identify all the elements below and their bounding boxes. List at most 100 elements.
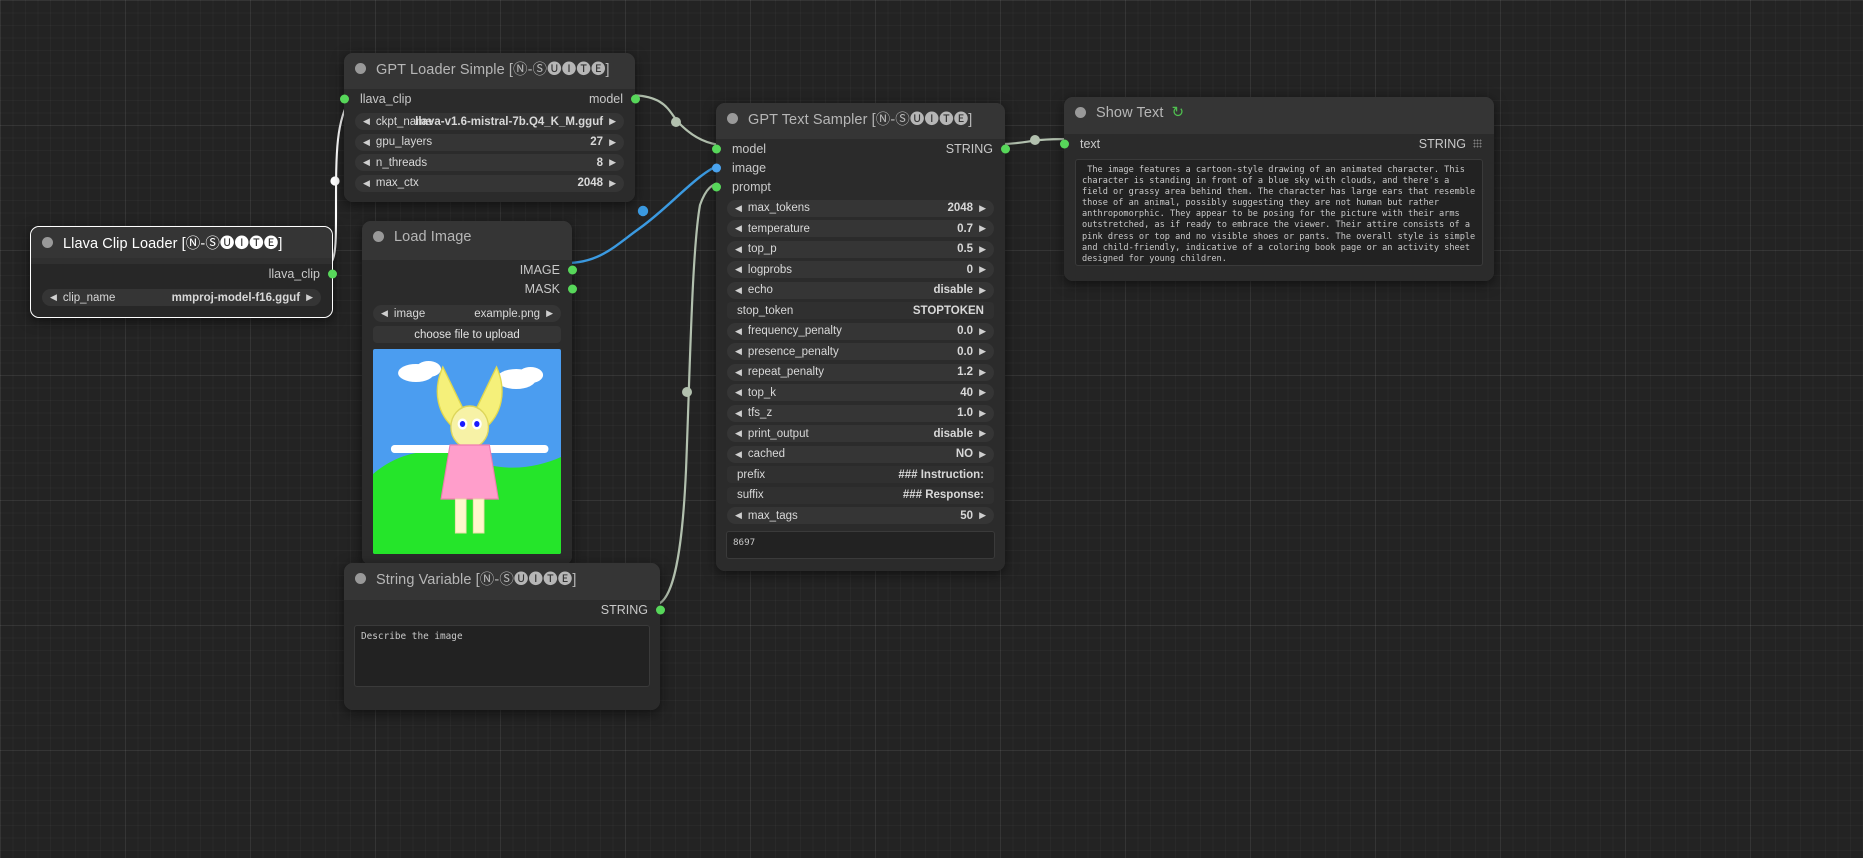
node-llava-clip-loader[interactable]: Llava Clip Loader [Ⓝ-Ⓢ🅤🅘🅣🅔] llava_clip ◀… [30, 226, 337, 318]
arrow-right-icon[interactable]: ▶ [979, 347, 986, 356]
arrow-right-icon[interactable]: ▶ [979, 244, 986, 254]
arrow-right-icon[interactable]: ▶ [979, 367, 986, 377]
arrow-right-icon[interactable]: ▶ [609, 158, 616, 167]
widget-ckpt-name[interactable]: ◀ ckpt_name llava-v1.6-mistral-7b.Q4_K_M… [355, 113, 624, 130]
input-port-dot-icon[interactable] [711, 163, 721, 172]
collapse-dot-icon[interactable] [42, 237, 53, 248]
grid-handle-icon[interactable] [1473, 139, 1482, 148]
input-port-dot-icon[interactable] [711, 144, 721, 153]
slot-row-image[interactable]: image [711, 158, 1005, 177]
arrow-left-icon[interactable]: ◀ [735, 408, 742, 418]
collapse-dot-icon[interactable] [355, 63, 366, 74]
output-port-dot-icon[interactable] [567, 265, 577, 274]
node-title-gpt-text-sampler[interactable]: GPT Text Sampler [Ⓝ-Ⓢ🅤🅘🅣🅔] [716, 103, 1005, 134]
node-title-gpt-loader-simple[interactable]: GPT Loader Simple [Ⓝ-Ⓢ🅤🅘🅣🅔] [344, 53, 635, 84]
input-port-dot-icon[interactable] [1059, 139, 1069, 148]
node-string-variable[interactable]: String Variable [Ⓝ-Ⓢ🅤🅘🅣🅔] STRING Describ… [344, 563, 665, 710]
widget-print-output[interactable]: ◀ print_output disable ▶ [727, 425, 994, 442]
collapse-dot-icon[interactable] [1075, 107, 1086, 118]
arrow-right-icon[interactable]: ▶ [609, 178, 616, 188]
node-gpt-text-sampler[interactable]: GPT Text Sampler [Ⓝ-Ⓢ🅤🅘🅣🅔] model STRING … [711, 103, 1010, 571]
node-gpt-loader-simple[interactable]: GPT Loader Simple [Ⓝ-Ⓢ🅤🅘🅣🅔] llava_clip m… [339, 53, 640, 202]
widget-top-k[interactable]: ◀ top_k 40 ▶ [727, 384, 994, 401]
arrow-left-icon[interactable]: ◀ [363, 178, 370, 188]
output-port-dot-icon[interactable] [327, 269, 337, 278]
arrow-left-icon[interactable]: ◀ [735, 203, 742, 213]
string-variable-textarea[interactable]: Describe the image [354, 625, 650, 687]
output-slot-image[interactable]: IMAGE [362, 260, 577, 279]
node-show-text[interactable]: Show Text ↻ text STRING The image featur… [1059, 97, 1494, 281]
arrow-left-icon[interactable]: ◀ [735, 244, 742, 254]
collapse-dot-icon[interactable] [355, 573, 366, 584]
slot-row-prompt[interactable]: prompt [711, 177, 1005, 196]
arrow-right-icon[interactable]: ▶ [979, 429, 986, 438]
refresh-icon[interactable]: ↻ [1172, 105, 1185, 120]
arrow-right-icon[interactable]: ▶ [979, 511, 986, 520]
arrow-left-icon[interactable]: ◀ [735, 511, 742, 520]
node-title-load-image[interactable]: Load Image [362, 221, 572, 252]
output-port-dot-icon[interactable] [655, 605, 665, 615]
widget-cached[interactable]: ◀ cached NO ▶ [727, 445, 994, 463]
arrow-right-icon[interactable]: ▶ [609, 117, 616, 126]
arrow-right-icon[interactable]: ▶ [979, 388, 986, 397]
arrow-right-icon[interactable]: ▶ [979, 265, 986, 274]
arrow-left-icon[interactable]: ◀ [363, 158, 370, 167]
arrow-right-icon[interactable]: ▶ [979, 326, 986, 336]
arrow-left-icon[interactable]: ◀ [363, 137, 370, 147]
widget-n-threads[interactable]: ◀ n_threads 8 ▶ [355, 154, 624, 171]
arrow-left-icon[interactable]: ◀ [381, 309, 388, 318]
arrow-left-icon[interactable]: ◀ [735, 285, 742, 295]
widget-max-tokens[interactable]: ◀ max_tokens 2048 ▶ [727, 199, 994, 217]
output-slot-string[interactable]: STRING [344, 600, 665, 620]
widget-presence-penalty[interactable]: ◀ presence_penalty 0.0 ▶ [727, 343, 994, 360]
upload-file-button[interactable]: choose file to upload [373, 326, 561, 343]
output-port-dot-icon[interactable] [630, 94, 640, 103]
arrow-left-icon[interactable]: ◀ [50, 293, 57, 302]
arrow-left-icon[interactable]: ◀ [735, 449, 742, 459]
node-graph-canvas[interactable]: Llava Clip Loader [Ⓝ-Ⓢ🅤🅘🅣🅔] llava_clip ◀… [0, 0, 1863, 858]
arrow-right-icon[interactable]: ▶ [979, 203, 986, 213]
widget-repeat-penalty[interactable]: ◀ repeat_penalty 1.2 ▶ [727, 363, 994, 381]
output-slot-llava-clip[interactable]: llava_clip [31, 264, 337, 283]
arrow-right-icon[interactable]: ▶ [979, 449, 986, 459]
collapse-dot-icon[interactable] [373, 231, 384, 242]
arrow-right-icon[interactable]: ▶ [546, 309, 553, 318]
widget-tfs-z[interactable]: ◀ tfs_z 1.0 ▶ [727, 404, 994, 422]
arrow-right-icon[interactable]: ▶ [609, 137, 616, 147]
show-text-output[interactable]: The image features a cartoon-style drawi… [1075, 159, 1483, 266]
widget-gpu-layers[interactable]: ◀ gpu_layers 27 ▶ [355, 133, 624, 151]
slot-row-llava-clip-model[interactable]: llava_clip model [339, 89, 640, 108]
arrow-left-icon[interactable]: ◀ [735, 388, 742, 397]
arrow-right-icon[interactable]: ▶ [979, 285, 986, 295]
node-title-string-variable[interactable]: String Variable [Ⓝ-Ⓢ🅤🅘🅣🅔] [344, 563, 660, 594]
widget-max-tags[interactable]: ◀ max_tags 50 ▶ [727, 507, 994, 524]
collapse-dot-icon[interactable] [727, 113, 738, 124]
output-port-dot-icon[interactable] [567, 284, 577, 293]
slot-row-text[interactable]: text STRING [1059, 134, 1494, 153]
node-title-llava-clip-loader[interactable]: Llava Clip Loader [Ⓝ-Ⓢ🅤🅘🅣🅔] [31, 227, 332, 258]
input-port-dot-icon[interactable] [339, 94, 349, 103]
output-slot-mask[interactable]: MASK [362, 279, 577, 298]
arrow-right-icon[interactable]: ▶ [979, 224, 986, 233]
widget-logprobs[interactable]: ◀ logprobs 0 ▶ [727, 261, 994, 278]
widget-suffix[interactable]: suffix ### Response: [727, 486, 994, 504]
widget-echo[interactable]: ◀ echo disable ▶ [727, 281, 994, 299]
arrow-left-icon[interactable]: ◀ [735, 347, 742, 356]
node-title-show-text[interactable]: Show Text ↻ [1064, 97, 1494, 128]
output-port-dot-icon[interactable] [1000, 144, 1010, 153]
image-preview[interactable] [373, 349, 561, 554]
arrow-right-icon[interactable]: ▶ [979, 408, 986, 418]
slot-row-model-string[interactable]: model STRING [711, 139, 1010, 158]
arrow-left-icon[interactable]: ◀ [735, 224, 742, 233]
widget-clip-name[interactable]: ◀ clip_name mmproj-model-f16.gguf ▶ [42, 289, 321, 306]
arrow-left-icon[interactable]: ◀ [735, 367, 742, 377]
widget-frequency-penalty[interactable]: ◀ frequency_penalty 0.0 ▶ [727, 322, 994, 340]
widget-max-ctx[interactable]: ◀ max_ctx 2048 ▶ [355, 174, 624, 192]
seed-textarea[interactable]: 8697 [726, 531, 995, 559]
widget-top-p[interactable]: ◀ top_p 0.5 ▶ [727, 240, 994, 258]
widget-temperature[interactable]: ◀ temperature 0.7 ▶ [727, 220, 994, 237]
arrow-left-icon[interactable]: ◀ [363, 117, 370, 126]
widget-prefix[interactable]: prefix ### Instruction: [727, 466, 994, 483]
arrow-left-icon[interactable]: ◀ [735, 326, 742, 336]
widget-image[interactable]: ◀ image example.png ▶ [373, 305, 561, 322]
